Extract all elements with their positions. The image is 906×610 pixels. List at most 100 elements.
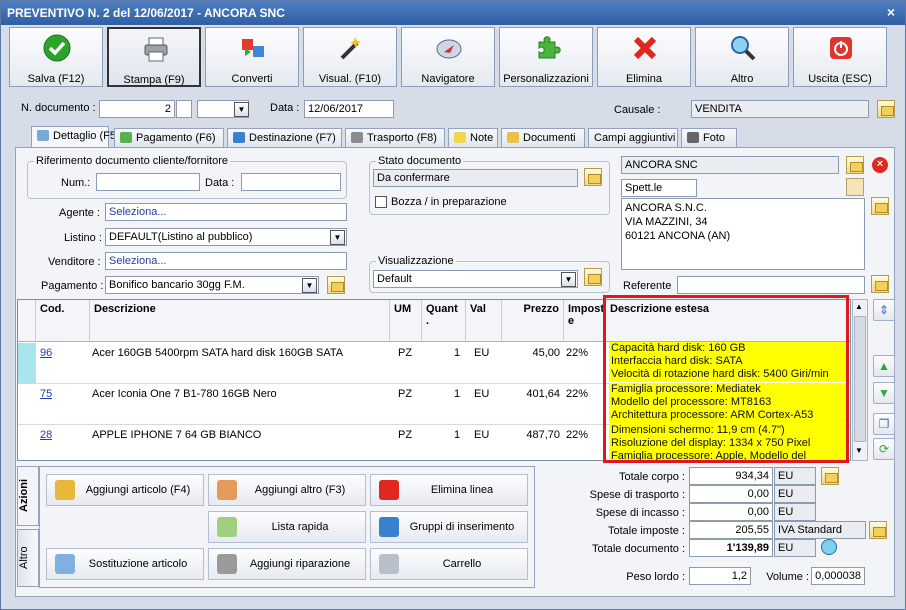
folder-icon[interactable] (584, 268, 602, 286)
tab-trasporto[interactable]: Trasporto (F8) (345, 128, 445, 148)
col-qty-header[interactable]: Quant . (422, 300, 466, 342)
col-val-header[interactable]: Val (466, 300, 502, 342)
tab-documenti[interactable]: Documenti (501, 128, 585, 148)
tab-pagamento[interactable]: Pagamento (F6) (114, 128, 224, 148)
tab-label: Documenti (523, 132, 576, 144)
row-selector[interactable] (18, 343, 36, 383)
scroll-down-icon[interactable]: ▼ (855, 446, 863, 455)
add-article-button[interactable]: Aggiungi articolo (F4) (46, 474, 204, 506)
convert-button[interactable]: Converti (205, 27, 299, 87)
client-address-box[interactable]: ANCORA S.N.C. VIA MAZZINI, 34 60121 ANCO… (621, 198, 865, 270)
tab-label: Trasporto (F8) (367, 132, 437, 144)
detail-icon (37, 130, 49, 141)
folder-icon[interactable] (871, 197, 889, 215)
tab-foto[interactable]: Foto (681, 128, 737, 148)
insert-groups-button[interactable]: Gruppi di inserimento (370, 511, 528, 543)
copy-icon[interactable]: ❐ (873, 413, 895, 435)
referent-input[interactable] (677, 276, 865, 294)
item-tax: 22% (566, 429, 589, 441)
tab-destinazione[interactable]: Destinazione (F7) (227, 128, 342, 148)
item-code-link[interactable]: 96 (40, 347, 52, 359)
printer-icon (144, 37, 168, 62)
draft-checkbox[interactable] (375, 196, 387, 208)
delete-line-button[interactable]: Elimina linea (370, 474, 528, 506)
client-name-input[interactable]: ANCORA SNC (621, 156, 839, 174)
add-other-button[interactable]: Aggiungi altro (F3) (208, 474, 366, 506)
magnifier-icon[interactable] (821, 539, 837, 555)
quick-list-button[interactable]: Lista rapida (208, 511, 366, 543)
gross-weight-value[interactable]: 1,2 (689, 567, 751, 585)
table-scrollbar[interactable]: ▲ ▼ (852, 299, 868, 461)
scroll-thumb[interactable] (854, 316, 866, 442)
currency: EU (774, 503, 816, 521)
button-label: Lista rapida (271, 521, 329, 533)
customize-button[interactable]: Personalizzazioni (499, 27, 593, 87)
move-up-icon[interactable]: ▲ (873, 355, 895, 377)
ref-date-input[interactable] (241, 173, 341, 191)
client-prefix-input[interactable]: Spett.le (621, 179, 697, 197)
save-button[interactable]: Salva (F12) (9, 27, 103, 87)
navigator-button[interactable]: Navigatore (401, 27, 495, 87)
volume-value[interactable]: 0,000038 (811, 567, 865, 585)
view-select[interactable]: Default (373, 270, 578, 288)
seller-input[interactable]: Seleziona... (105, 252, 347, 270)
refresh-icon[interactable]: ⟳ (873, 438, 895, 460)
folder-icon[interactable] (584, 168, 602, 186)
collection-value[interactable]: 0,00 (689, 503, 773, 521)
folder-icon[interactable] (877, 100, 895, 118)
chevron-down-icon[interactable]: ▼ (234, 102, 249, 117)
tab-note[interactable]: Note (448, 128, 498, 148)
folder-icon[interactable] (846, 156, 864, 174)
delete-button[interactable]: Elimina (597, 27, 691, 87)
exit-button[interactable]: Uscita (ESC) (793, 27, 887, 87)
shipping-value[interactable]: 0,00 (689, 485, 773, 503)
item-code-link[interactable]: 28 (40, 429, 52, 441)
item-tax: 22% (566, 347, 589, 359)
folder-icon[interactable] (869, 521, 887, 539)
visual-button[interactable]: Visual. (F10) (303, 27, 397, 87)
folder-icon[interactable] (821, 467, 839, 485)
item-code-link[interactable]: 75 (40, 388, 52, 400)
close-icon[interactable]: × (883, 4, 899, 20)
print-button[interactable]: Stampa (F9) (107, 27, 201, 87)
gross-weight-label: Peso lordo : (626, 571, 685, 583)
doc-number-input[interactable]: 2 (99, 100, 175, 118)
col-um-header[interactable]: UM (390, 300, 422, 342)
scroll-up-icon[interactable]: ▲ (855, 302, 863, 311)
causale-input[interactable]: VENDITA (691, 100, 869, 118)
doc-series-input[interactable] (176, 100, 192, 118)
chevron-down-icon[interactable]: ▼ (302, 278, 317, 293)
tab-altro[interactable]: Altro (17, 529, 39, 587)
folder-icon[interactable] (871, 275, 889, 293)
add-repair-button[interactable]: Aggiungi riparazione (208, 548, 366, 580)
tab-label: Note (470, 132, 494, 144)
col-cod-header[interactable]: Cod. (36, 300, 90, 342)
move-top-icon[interactable]: ⇕ (873, 299, 895, 321)
chevron-down-icon[interactable]: ▼ (330, 230, 345, 245)
agent-input[interactable]: Seleziona... (105, 203, 347, 221)
col-price-header[interactable]: Prezzo (502, 300, 564, 342)
listino-select[interactable]: DEFAULT(Listino al pubblico) (105, 228, 347, 246)
status-input[interactable]: Da confermare (373, 169, 578, 187)
delete-x-icon (379, 480, 399, 500)
add-grid-icon (217, 480, 237, 500)
tab-azioni[interactable]: Azioni (17, 466, 39, 526)
tab-campi-aggiuntivi[interactable]: Campi aggiuntivi (588, 128, 678, 148)
chevron-down-icon[interactable]: ▼ (561, 272, 576, 287)
other-button[interactable]: Altro (695, 27, 789, 87)
vat-type[interactable]: IVA Standard (774, 521, 866, 539)
ref-num-input[interactable] (96, 173, 200, 191)
col-tax-header[interactable]: Impost e (564, 300, 606, 342)
tab-label: Destinazione (F7) (249, 132, 336, 144)
payment-select[interactable]: Bonifico bancario 30gg F.M. (105, 276, 319, 294)
tab-dettaglio[interactable]: Dettaglio (F5) (31, 126, 120, 148)
replace-article-button[interactable]: Sostituzione articolo (46, 548, 204, 580)
date-input[interactable]: 12/06/2017 (304, 100, 394, 118)
clear-icon[interactable]: × (872, 157, 888, 173)
tab-label: Dettaglio (F5) (53, 130, 120, 142)
cart-button[interactable]: Carrello (370, 548, 528, 580)
folder-icon[interactable] (327, 276, 345, 294)
move-down-icon[interactable]: ▼ (873, 382, 895, 404)
person-search-icon[interactable] (846, 178, 864, 196)
col-desc-header[interactable]: Descrizione (90, 300, 390, 342)
